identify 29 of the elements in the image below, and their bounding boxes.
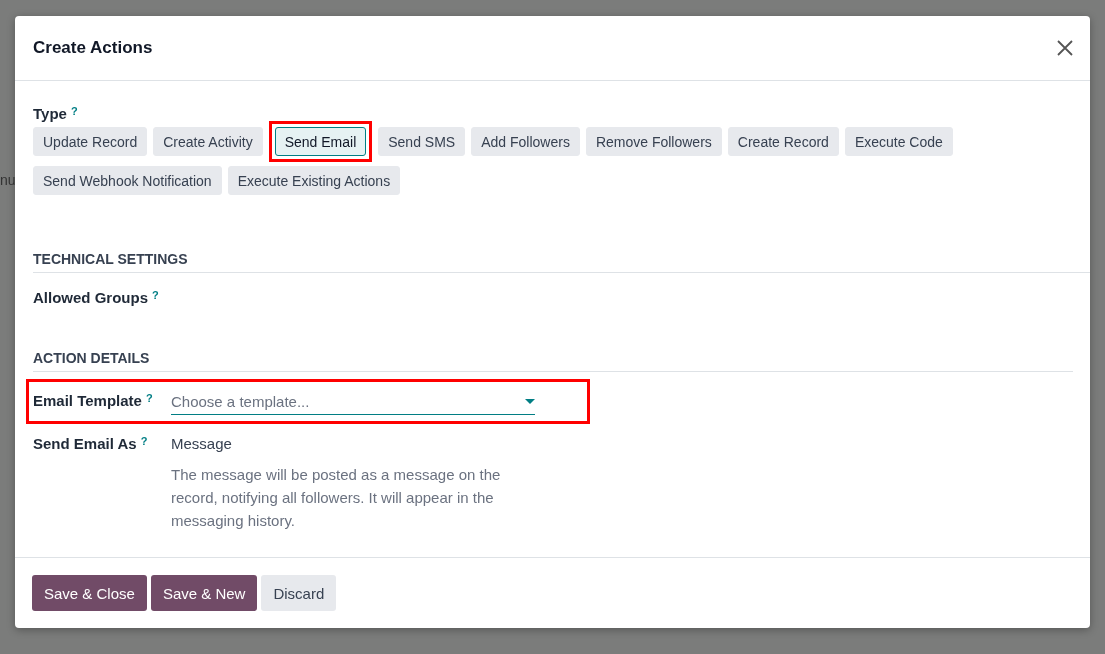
type-option[interactable]: Execute Code — [844, 127, 953, 156]
type-option[interactable]: Remove Followers — [585, 127, 722, 156]
field-label: Send Email As — [33, 435, 137, 452]
type-option[interactable]: Send SMS — [378, 127, 466, 156]
section-heading: TECHNICAL SETTINGS — [33, 251, 1090, 273]
secondary-button[interactable]: Discard — [261, 575, 337, 611]
section-heading: ACTION DETAILS — [33, 350, 1073, 372]
help-icon[interactable]: ? — [70, 105, 78, 117]
type-option[interactable]: Execute Existing Actions — [227, 166, 401, 195]
type-option[interactable]: Update Record — [33, 127, 148, 156]
field-value: Message — [171, 435, 232, 452]
field-label: Email Template — [33, 392, 142, 409]
type-option[interactable]: Add Followers — [471, 127, 580, 156]
help-icon[interactable]: ? — [152, 289, 159, 301]
help-icon[interactable]: ? — [145, 392, 153, 404]
primary-button[interactable]: Save & New — [150, 575, 258, 611]
type-option[interactable]: Create Activity — [153, 127, 263, 156]
primary-button[interactable]: Save & Close — [32, 575, 147, 611]
type-option[interactable]: Send Email — [274, 127, 367, 156]
type-option[interactable]: Create Record — [727, 127, 839, 156]
template-select[interactable]: Choose a template... — [171, 388, 535, 415]
field-description: The message will be posted as a message on the record, notifying all followers. It will appear in the messaging history. — [171, 465, 502, 531]
type-label: Type — [33, 105, 67, 122]
help-icon[interactable]: ? — [140, 435, 148, 447]
type-option[interactable]: Send Webhook Notification — [33, 166, 222, 195]
dialog-title: Create Actions — [33, 38, 153, 58]
caret-icon — [525, 398, 535, 404]
background-text: nu — [0, 172, 16, 188]
field-label: Allowed Groups — [33, 289, 148, 306]
